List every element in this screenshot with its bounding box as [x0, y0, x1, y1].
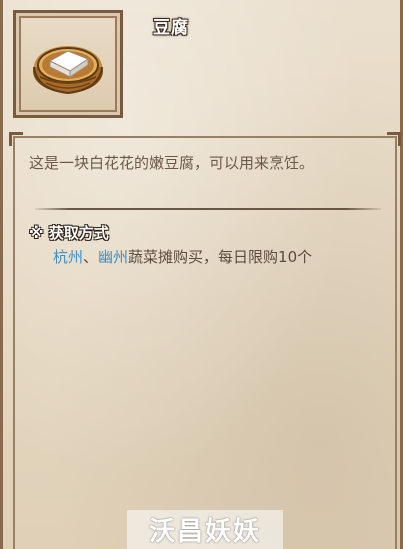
corner-ornament	[9, 132, 23, 146]
item-detail-box: 这是一块白花花的嫩豆腐，可以用来烹饪。 ※ 获取方式 杭州、幽州蔬菜摊购买，每日…	[9, 132, 401, 549]
location-link-hangzhou[interactable]: 杭州	[53, 248, 83, 266]
item-title: 豆腐	[153, 18, 189, 38]
corner-ornament	[387, 132, 401, 146]
section-divider	[35, 208, 381, 210]
item-icon-frame	[13, 10, 123, 118]
item-description: 这是一块白花花的嫩豆腐，可以用来烹饪。	[29, 154, 315, 172]
watermark: 沃昌妖妖	[127, 510, 283, 549]
location-link-youzhou[interactable]: 幽州	[98, 248, 128, 266]
tofu-icon	[33, 46, 103, 95]
acquire-heading: ※ 获取方式	[29, 224, 109, 242]
item-tooltip-panel: 豆腐 这是一块白花花的嫩豆腐，可以用来烹饪。 ※ 获取方式 杭州、幽州蔬菜摊购买…	[0, 0, 403, 549]
acquire-detail: 蔬菜摊购买，每日限购10个	[128, 248, 313, 266]
acquire-source: 杭州、幽州蔬菜摊购买，每日限购10个	[53, 246, 383, 268]
location-separator: 、	[83, 248, 99, 266]
